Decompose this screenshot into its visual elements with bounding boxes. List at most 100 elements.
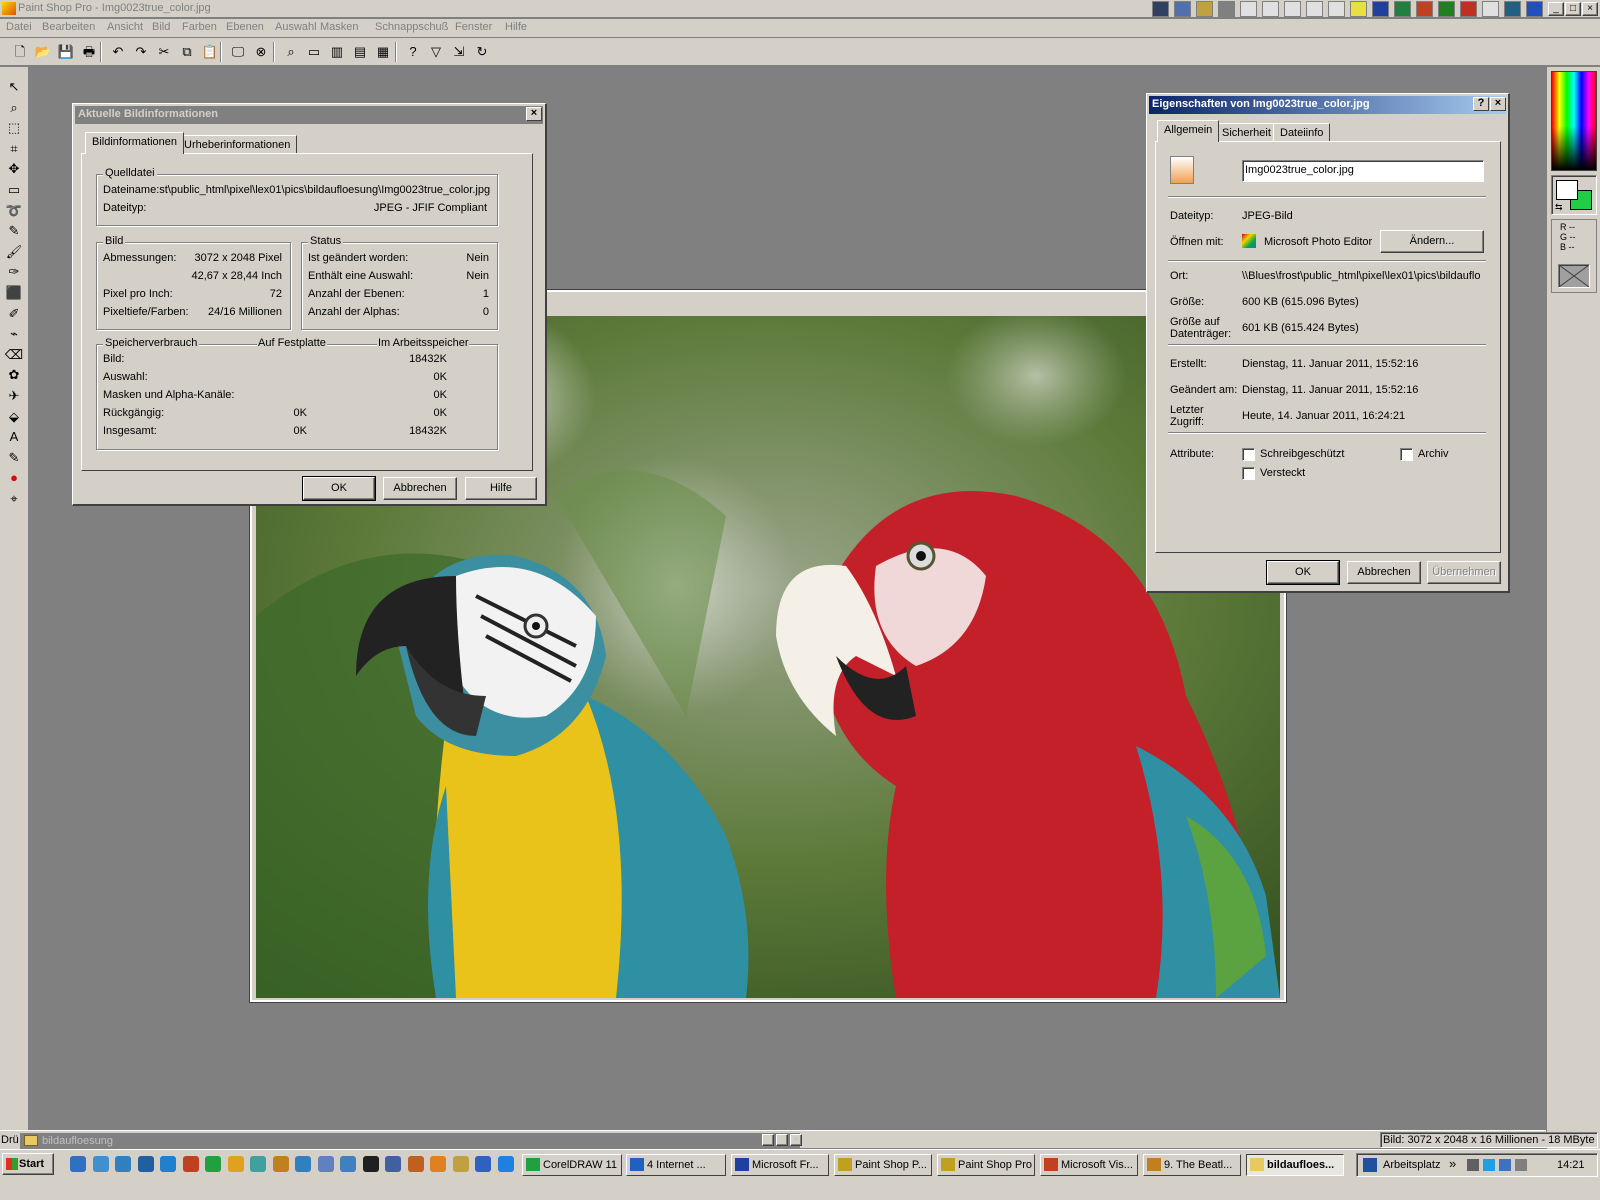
quick-launch-icon[interactable] bbox=[227, 1156, 244, 1172]
move-icon[interactable]: ✥ bbox=[4, 159, 24, 178]
swap-colors-icon[interactable]: ⇆ bbox=[1555, 202, 1563, 213]
menu-6[interactable]: Ebenen bbox=[226, 21, 264, 33]
clock[interactable]: 14:21 bbox=[1557, 1159, 1585, 1171]
menu-2[interactable]: Bearbeiten bbox=[42, 21, 95, 33]
properties-help-button[interactable]: ? bbox=[1473, 97, 1489, 111]
apply-button[interactable]: Übernehmen bbox=[1427, 561, 1501, 584]
help-button[interactable]: Hilfe bbox=[465, 477, 537, 500]
quick-launch-icon[interactable] bbox=[407, 1156, 424, 1172]
pointer-icon[interactable]: ↖ bbox=[4, 77, 24, 96]
overview-icon[interactable]: ▭ bbox=[304, 42, 324, 61]
clone-icon[interactable]: ✑ bbox=[4, 262, 24, 281]
titlebar-app-icon[interactable] bbox=[1526, 1, 1543, 17]
tray-device-icon[interactable] bbox=[1515, 1159, 1527, 1171]
titlebar-app-icon[interactable] bbox=[1438, 1, 1455, 17]
screen-icon[interactable]: 🖵 bbox=[228, 42, 248, 61]
quick-launch-icon[interactable] bbox=[115, 1156, 131, 1172]
quick-launch-icon[interactable] bbox=[205, 1156, 221, 1172]
taskbar-button[interactable]: 4 Internet ... bbox=[626, 1154, 726, 1176]
copy-icon[interactable]: ⧉ bbox=[177, 42, 197, 61]
eraser-icon[interactable]: ⌫ bbox=[4, 345, 24, 364]
paste-icon[interactable]: 📋 bbox=[200, 42, 220, 61]
draw-icon[interactable]: ✎ bbox=[4, 448, 24, 467]
menu-4[interactable]: Bild bbox=[152, 21, 170, 33]
titlebar-app-icon[interactable] bbox=[1218, 1, 1235, 17]
image-info-dialog[interactable]: Aktuelle Bildinformationen × Bildinforma… bbox=[72, 103, 547, 506]
tray-app-icon[interactable] bbox=[1499, 1159, 1511, 1171]
filename-field[interactable]: Img0023true_color.jpg bbox=[1242, 160, 1484, 182]
print-icon[interactable]: 🖶 bbox=[79, 42, 99, 61]
tab-sicherheit[interactable]: Sicherheit bbox=[1215, 123, 1278, 143]
quick-launch-icon[interactable] bbox=[70, 1156, 86, 1172]
quick-launch-icon[interactable] bbox=[362, 1156, 379, 1172]
quick-launch-icon[interactable] bbox=[385, 1156, 401, 1172]
brush-icon[interactable]: 🖌 bbox=[4, 242, 24, 261]
change-program-button[interactable]: Ändern... bbox=[1380, 230, 1484, 253]
archiv-checkbox[interactable] bbox=[1400, 448, 1413, 461]
help-pointer-icon[interactable]: ? bbox=[403, 42, 423, 61]
titlebar-app-icon[interactable] bbox=[1416, 1, 1433, 17]
titlebar-app-icon[interactable] bbox=[1284, 1, 1301, 17]
titlebar-app-icon[interactable] bbox=[1240, 1, 1257, 17]
titlebar-app-icon[interactable] bbox=[1504, 1, 1521, 17]
quick-launch-icon[interactable] bbox=[295, 1156, 311, 1172]
redo-icon[interactable]: ↷ bbox=[131, 42, 151, 61]
titlebar-app-icon[interactable] bbox=[1306, 1, 1323, 17]
retouch-icon[interactable]: ✐ bbox=[4, 304, 24, 323]
mdi-restore-button[interactable] bbox=[762, 1134, 774, 1146]
scratch-icon[interactable]: ⌁ bbox=[4, 324, 24, 343]
airbrush-icon[interactable]: ✈ bbox=[4, 386, 24, 405]
speaker-icon[interactable] bbox=[1467, 1159, 1479, 1171]
save-icon[interactable]: 💾 bbox=[56, 42, 76, 61]
text-icon[interactable]: A bbox=[4, 427, 24, 446]
histogram-icon[interactable]: ▥ bbox=[327, 42, 347, 61]
titlebar-app-icon[interactable] bbox=[1328, 1, 1345, 17]
quick-launch-icon[interactable] bbox=[497, 1156, 514, 1172]
browse-icon[interactable]: ⊗ bbox=[251, 42, 271, 61]
picture-tube-icon[interactable]: ✿ bbox=[4, 365, 24, 384]
start-button[interactable]: Start bbox=[2, 1153, 54, 1175]
mdi-close-button[interactable]: × bbox=[790, 1134, 802, 1146]
transform-icon[interactable]: ⇲ bbox=[449, 42, 469, 61]
new-icon[interactable]: 🗋 bbox=[10, 42, 30, 61]
minimized-window-bildaufloesung[interactable]: bildaufloesung × bbox=[20, 1133, 802, 1149]
refresh-icon[interactable]: ↻ bbox=[472, 42, 492, 61]
file-properties-dialog[interactable]: Eigenschaften von Img0023true_color.jpg … bbox=[1146, 93, 1510, 593]
titlebar-app-icon[interactable] bbox=[1196, 1, 1213, 17]
cancel-button[interactable]: Abbrechen bbox=[1347, 561, 1421, 584]
fill-icon[interactable]: ⬙ bbox=[4, 407, 24, 426]
desktop-toolbar-icon[interactable] bbox=[1363, 1158, 1377, 1172]
tab-allgemein[interactable]: Allgemein bbox=[1157, 120, 1220, 142]
titlebar-app-icon[interactable] bbox=[1152, 1, 1169, 17]
taskbar-button[interactable]: Microsoft Fr... bbox=[731, 1154, 829, 1176]
schreibgeschuetzt-checkbox[interactable] bbox=[1242, 448, 1255, 461]
close-button[interactable]: × bbox=[1582, 2, 1598, 16]
titlebar-app-icon[interactable] bbox=[1262, 1, 1279, 17]
quick-launch-icon[interactable] bbox=[92, 1156, 109, 1172]
properties-close-button[interactable]: × bbox=[1490, 97, 1506, 111]
mdi-maximize-button[interactable] bbox=[776, 1134, 788, 1146]
color-replace-icon[interactable]: ⬛ bbox=[4, 283, 24, 302]
lasso-icon[interactable]: ➰ bbox=[4, 201, 24, 220]
tab-urheberinformationen[interactable]: Urheberinformationen bbox=[177, 135, 298, 155]
crop-icon[interactable]: ⌗ bbox=[4, 139, 24, 158]
menu-9[interactable]: Schnappschuß bbox=[375, 21, 448, 33]
quick-launch-icon[interactable] bbox=[317, 1156, 334, 1172]
vector-icon[interactable]: ⌖ bbox=[4, 489, 24, 508]
tab-dateiinfo[interactable]: Dateiinfo bbox=[1273, 123, 1331, 143]
tray-chevron-icon[interactable]: » bbox=[1449, 1156, 1456, 1171]
quick-launch-icon[interactable] bbox=[475, 1156, 491, 1172]
quick-launch-icon[interactable] bbox=[160, 1156, 176, 1172]
image-info-close-button[interactable]: × bbox=[526, 107, 542, 121]
layers-icon[interactable]: ▤ bbox=[350, 42, 370, 61]
titlebar-app-icon[interactable] bbox=[1372, 1, 1389, 17]
dropper-icon[interactable]: ✎ bbox=[4, 221, 24, 240]
titlebar-app-icon[interactable] bbox=[1482, 1, 1499, 17]
cancel-button[interactable]: Abbrechen bbox=[383, 477, 457, 500]
color-spectrum[interactable] bbox=[1551, 71, 1597, 171]
quick-launch-icon[interactable] bbox=[137, 1156, 154, 1172]
foreground-color-swatch[interactable] bbox=[1556, 180, 1578, 200]
deform-icon[interactable]: ⬚ bbox=[4, 118, 24, 137]
menu-11[interactable]: Hilfe bbox=[505, 21, 527, 33]
zoom-icon[interactable]: ⌕ bbox=[4, 98, 24, 117]
